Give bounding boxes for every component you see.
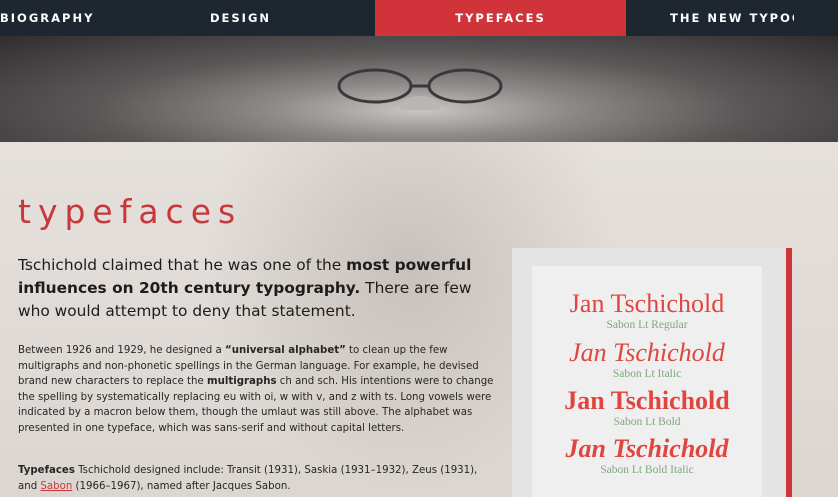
typefaces-emphasis: Typefaces xyxy=(18,465,75,476)
body-emphasis-universal-alphabet: “universal alphabet” xyxy=(225,345,346,356)
specimen-panel: Jan Tschichold Sabon Lt Regular Jan Tsch… xyxy=(532,266,762,497)
nav-item-the-new-typography[interactable]: THE NEW TYPOGR xyxy=(626,0,794,36)
body-text-1: Between 1926 and 1929, he designed a xyxy=(18,345,225,356)
specimen-name: Jan Tschichold xyxy=(565,434,729,463)
specimen-label: Sabon Lt Regular xyxy=(606,319,688,331)
specimen-name: Jan Tschichold xyxy=(569,289,725,318)
specimen-label: Sabon Lt Bold xyxy=(613,416,681,428)
lead-text-1: Tschichold claimed that he was one of th… xyxy=(18,256,347,274)
specimen-name: Jan Tschichold xyxy=(569,338,725,367)
specimen-bold: Jan Tschichold Sabon Lt Bold xyxy=(532,387,762,429)
lead-paragraph: Tschichold claimed that he was one of th… xyxy=(18,254,498,323)
nav-item-biography[interactable]: BIOGRAPHY xyxy=(0,0,106,36)
sabon-link[interactable]: Sabon xyxy=(40,481,72,492)
body-paragraph: Between 1926 and 1929, he designed a “un… xyxy=(18,343,498,436)
specimen-bold-italic: Jan Tschichold Sabon Lt Bold Italic xyxy=(532,435,762,477)
portrait-glasses-icon xyxy=(337,68,503,110)
typeface-specimen-card: Jan Tschichold Sabon Lt Regular Jan Tsch… xyxy=(512,248,792,497)
specimen-italic: Jan Tschichold Sabon Lt Italic xyxy=(532,339,762,381)
specimen-name: Jan Tschichold xyxy=(564,386,730,415)
top-nav: BIOGRAPHY DESIGN TYPEFACES THE NEW TYPOG… xyxy=(0,0,838,36)
nav-item-typefaces[interactable]: TYPEFACES xyxy=(375,0,626,36)
typefaces-paragraph: Typefaces Tschichold designed include: T… xyxy=(18,463,498,495)
specimen-regular: Jan Tschichold Sabon Lt Regular xyxy=(532,290,762,332)
hero-portrait xyxy=(0,36,838,142)
page-title: typefaces xyxy=(18,192,243,231)
specimen-label: Sabon Lt Italic xyxy=(612,368,682,380)
specimen-label: Sabon Lt Bold Italic xyxy=(600,464,694,476)
nav-item-design[interactable]: DESIGN xyxy=(106,0,375,36)
body-emphasis-multigraphs: multigraphs xyxy=(207,376,277,387)
typefaces-text-2: (1966–1967), named after Jacques Sabon. xyxy=(72,481,291,492)
